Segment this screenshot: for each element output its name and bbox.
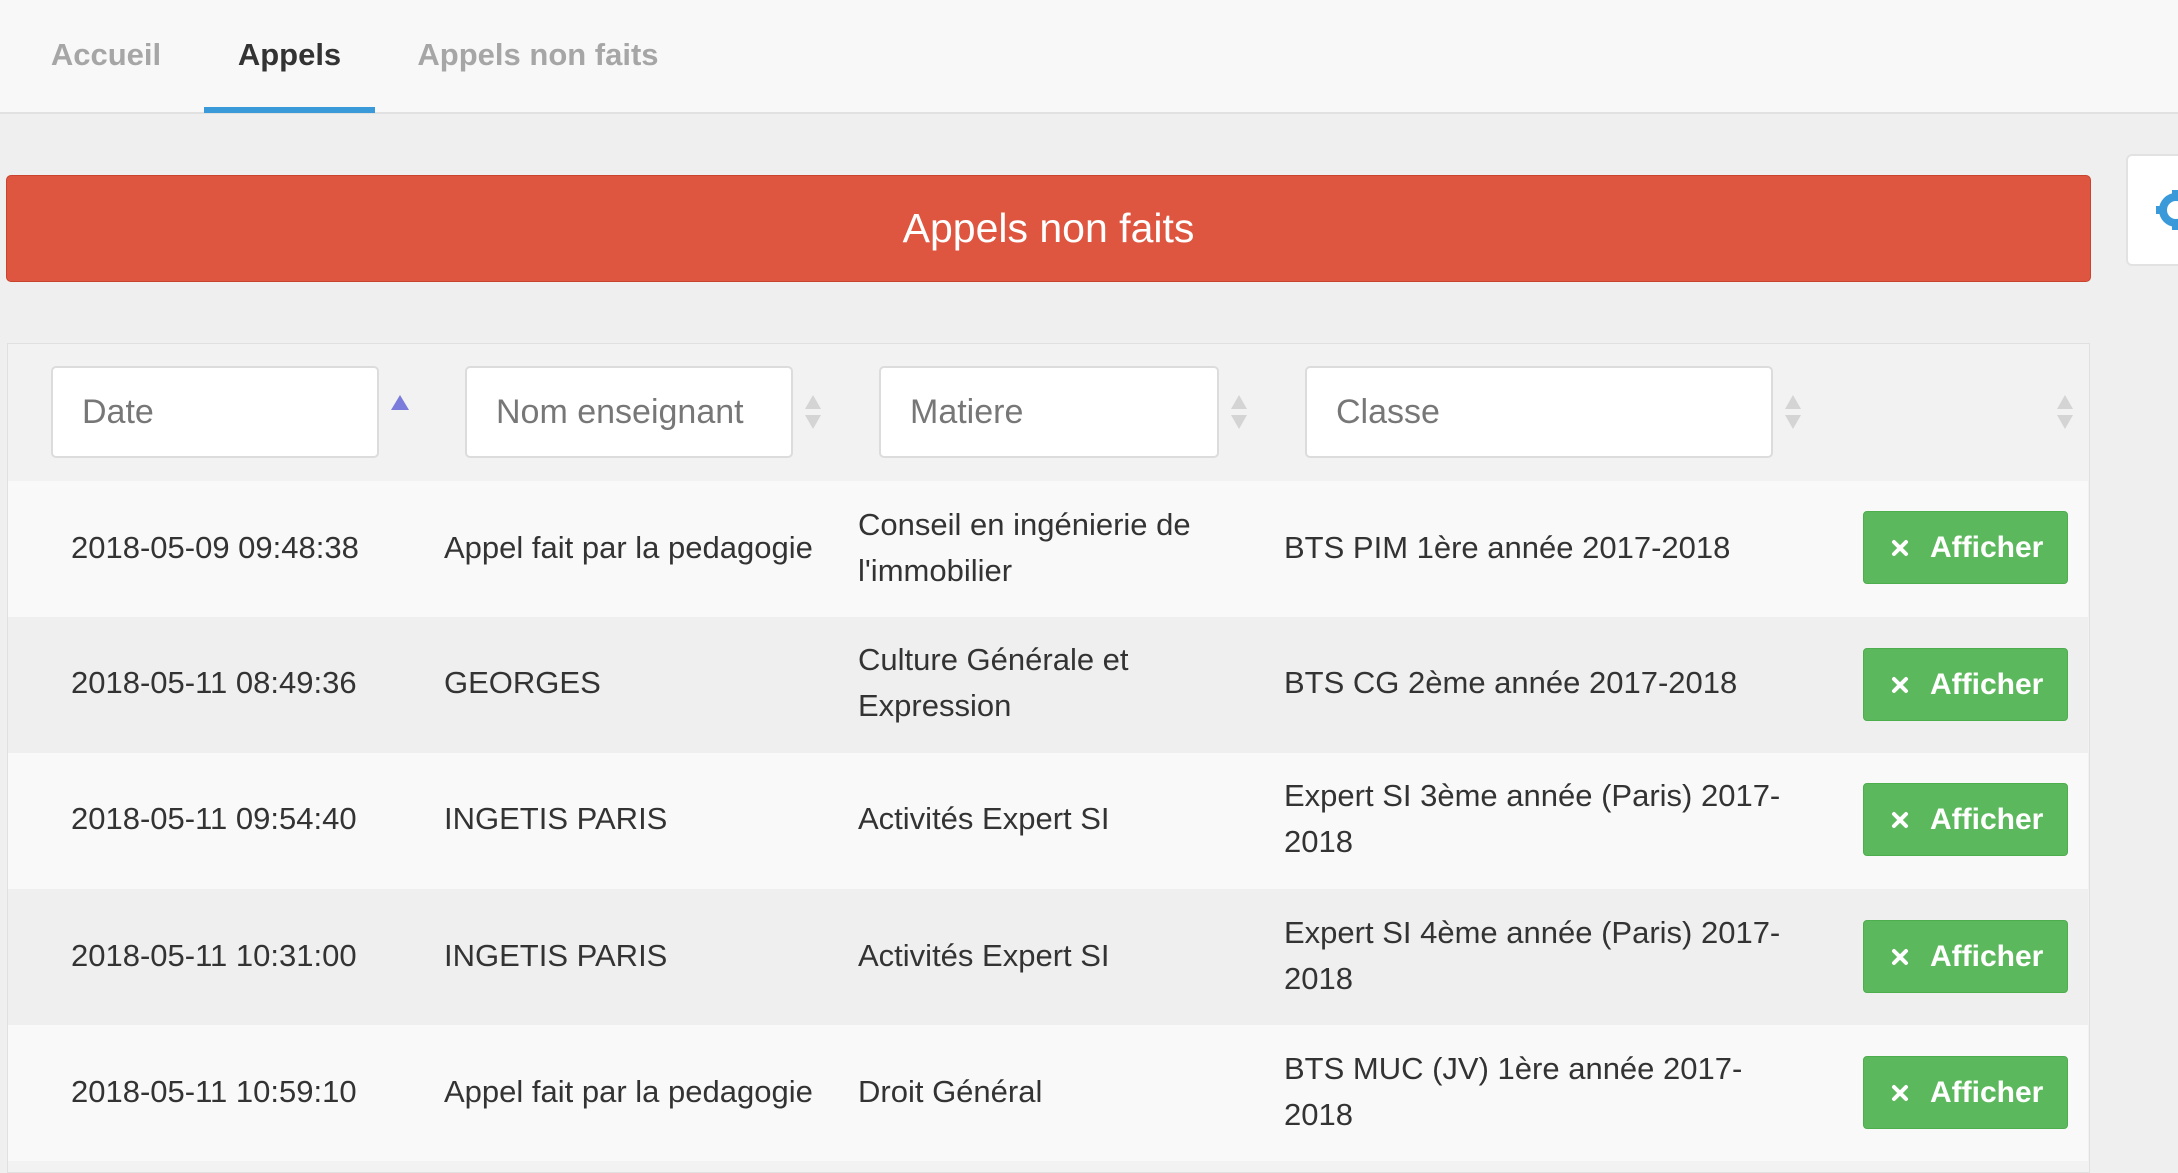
- close-icon: [1892, 677, 1908, 693]
- close-icon: [1892, 812, 1908, 828]
- sort-icon[interactable]: [804, 394, 822, 430]
- tab-appels[interactable]: Appels: [204, 0, 375, 113]
- table-row: 2018-05-11 09:54:40 INGETIS PARIS Activi…: [8, 753, 2088, 889]
- subject-cell: Conseil en ingénierie de l'immobilier: [858, 502, 1248, 594]
- class-line: Expert SI 3ème année (Paris) 2017-: [1284, 778, 1781, 813]
- class-line: 2018: [1284, 1097, 1353, 1132]
- class-line: BTS PIM 1ère année 2017-2018: [1284, 530, 1731, 565]
- class-line: 2018: [1284, 824, 1353, 859]
- subject-line: l'immobilier: [858, 553, 1013, 588]
- teacher-cell: INGETIS PARIS: [444, 938, 668, 973]
- show-button[interactable]: Afficher: [1863, 1056, 2068, 1129]
- close-icon: [1892, 1085, 1908, 1101]
- teacher-cell: GEORGES: [444, 665, 601, 700]
- table-row: 2018-05-09 09:48:38 Appel fait par la pe…: [8, 481, 2088, 617]
- sort-ascending-icon[interactable]: [390, 394, 410, 412]
- top-nav: Accueil Appels Appels non faits: [0, 0, 2178, 114]
- class-cell: BTS CG 2ème année 2017-2018: [1284, 660, 1844, 706]
- subject-filter-input[interactable]: [879, 366, 1219, 458]
- date-cell: 2018-05-11 08:49:36: [71, 665, 357, 700]
- close-icon: [1892, 949, 1908, 965]
- sort-icon[interactable]: [1784, 394, 1802, 430]
- table-row: 2018-05-11 10:31:00 INGETIS PARIS Activi…: [8, 889, 2088, 1025]
- subject-cell: Culture Générale et Expression: [858, 637, 1248, 729]
- page-title-banner: Appels non faits: [6, 175, 2091, 282]
- table-row: 2018-05-11 08:49:36 GEORGES Culture Géné…: [8, 617, 2088, 753]
- class-line: Expert SI 4ème année (Paris) 2017-: [1284, 915, 1781, 950]
- show-button-label: Afficher: [1930, 668, 2044, 701]
- class-cell: BTS MUC (JV) 1ère année 2017- 2018: [1284, 1046, 1844, 1138]
- show-button[interactable]: Afficher: [1863, 783, 2068, 856]
- date-cell: 2018-05-11 10:31:00: [71, 938, 357, 973]
- teacher-cell: Appel fait par la pedagogie: [444, 1074, 813, 1109]
- subject-line: Conseil en ingénierie de: [858, 507, 1191, 542]
- teacher-cell: INGETIS PARIS: [444, 801, 668, 836]
- show-button-label: Afficher: [1930, 803, 2044, 836]
- gear-icon: [2156, 190, 2178, 230]
- class-line: BTS MUC (JV) 1ère année 2017-: [1284, 1051, 1743, 1086]
- class-line: 2018: [1284, 961, 1353, 996]
- subject-cell: Droit Général: [858, 1069, 1248, 1115]
- date-cell: 2018-05-09 09:48:38: [71, 530, 359, 565]
- show-button[interactable]: Afficher: [1863, 648, 2068, 721]
- tab-accueil[interactable]: Accueil: [32, 0, 180, 112]
- table-row: 2018-05-11 10:59:10 Appel fait par la pe…: [8, 1025, 2088, 1161]
- subject-line: Expression: [858, 688, 1012, 723]
- class-line: BTS CG 2ème année 2017-2018: [1284, 665, 1738, 700]
- teacher-cell: Appel fait par la pedagogie: [444, 530, 813, 565]
- show-button[interactable]: Afficher: [1863, 511, 2068, 584]
- settings-toggle[interactable]: [2126, 154, 2178, 266]
- close-icon: [1892, 540, 1908, 556]
- class-cell: Expert SI 4ème année (Paris) 2017- 2018: [1284, 910, 1844, 1002]
- class-filter-input[interactable]: [1305, 366, 1773, 458]
- teacher-filter-input[interactable]: [465, 366, 793, 458]
- show-button-label: Afficher: [1930, 531, 2044, 564]
- class-cell: Expert SI 3ème année (Paris) 2017- 2018: [1284, 773, 1844, 865]
- subject-line: Droit Général: [858, 1074, 1043, 1109]
- subject-cell: Activités Expert SI: [858, 796, 1248, 842]
- class-cell: BTS PIM 1ère année 2017-2018: [1284, 525, 1844, 571]
- date-filter-input[interactable]: [51, 366, 379, 458]
- sort-icon[interactable]: [2056, 394, 2074, 430]
- show-button-label: Afficher: [1930, 940, 2044, 973]
- subject-line: Activités Expert SI: [858, 938, 1110, 973]
- date-cell: 2018-05-11 09:54:40: [71, 801, 357, 836]
- show-button-label: Afficher: [1930, 1076, 2044, 1109]
- subject-line: Culture Générale et: [858, 642, 1129, 677]
- sort-icon[interactable]: [1230, 394, 1248, 430]
- subject-cell: Activités Expert SI: [858, 933, 1248, 979]
- tab-appels-non-faits[interactable]: Appels non faits: [398, 0, 678, 112]
- show-button[interactable]: Afficher: [1863, 920, 2068, 993]
- subject-line: Activités Expert SI: [858, 801, 1110, 836]
- date-cell: 2018-05-11 10:59:10: [71, 1074, 357, 1109]
